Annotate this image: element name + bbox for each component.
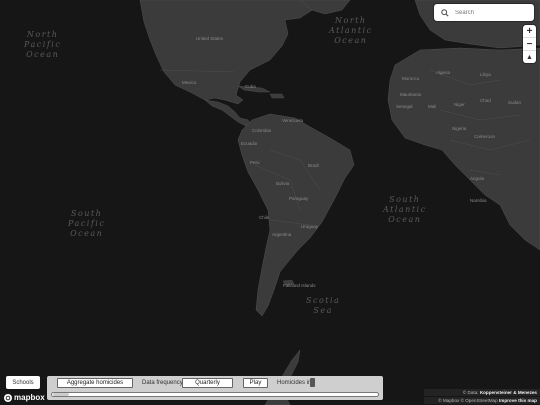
place-label: Angola	[470, 176, 485, 181]
attribution-data: © Data: Koppensteiner & Menezes	[424, 389, 540, 396]
aggregate-homicides-button[interactable]: Aggregate homicides	[57, 378, 133, 388]
place-label: Brazil	[308, 163, 320, 168]
ocean-label-scotia-sea: Scotia Sea	[306, 296, 341, 315]
homicides-in-label: Homicides in	[277, 380, 312, 386]
place-label: Morocco	[402, 76, 420, 81]
place-label: Chile	[259, 215, 270, 220]
place-label: Ecuador	[241, 141, 258, 146]
place-label: Cuba	[245, 84, 256, 89]
place-label: Senegal	[396, 104, 413, 109]
search-box[interactable]	[434, 4, 534, 21]
attribution-data-link[interactable]: Koppensteiner & Menezes	[480, 390, 537, 395]
attribution-map: © Mapbox © OpenStreetMap Improve this ma…	[424, 397, 540, 404]
place-label: Namibia	[470, 198, 487, 203]
place-label: Chad	[480, 98, 491, 103]
control-panel: Aggregate homicides Data frequency: Quar…	[47, 376, 383, 400]
play-button[interactable]: Play	[243, 378, 268, 388]
place-label: Colombia	[252, 128, 272, 133]
mapbox-logo[interactable]: mapbox	[4, 393, 45, 402]
place-label: Mali	[428, 104, 437, 109]
place-label: Uruguay	[301, 224, 319, 229]
place-label: Paraguay	[289, 196, 309, 201]
time-slider-handle[interactable]	[53, 393, 69, 396]
data-frequency-label: Data frequency:	[142, 380, 185, 386]
time-slider[interactable]	[51, 392, 379, 397]
data-frequency-select[interactable]: Quarterly	[182, 378, 233, 388]
place-label: United States	[196, 36, 224, 41]
place-label: Peru	[250, 160, 260, 165]
place-label: Mauritania	[400, 92, 422, 97]
place-label: Algeria	[436, 70, 451, 75]
zoom-out-button[interactable]: −	[523, 38, 536, 51]
mapbox-logo-text: mapbox	[14, 393, 45, 402]
ocean-label-south-pacific: South Pacific Ocean	[68, 209, 106, 238]
place-label: Argentina	[272, 232, 292, 237]
schools-button[interactable]: Schools	[6, 376, 40, 389]
zoom-controls: + − ▲	[523, 25, 536, 63]
hispaniola-landmass	[269, 93, 285, 99]
place-label: Libya	[480, 72, 491, 77]
mapbox-logo-icon	[4, 393, 12, 402]
place-label: Mexico	[182, 80, 197, 85]
ocean-label-south-atlantic: South Atlantic Ocean	[383, 195, 427, 224]
homicides-toggle[interactable]	[310, 378, 315, 387]
place-label: Sudan	[508, 100, 522, 105]
attribution-map-prefix: © Mapbox © OpenStreetMap	[438, 398, 499, 403]
place-label: Cameroon	[474, 134, 496, 139]
improve-map-link[interactable]: Improve this map	[499, 398, 537, 403]
search-icon	[440, 8, 449, 17]
attribution-data-prefix: © Data:	[462, 390, 480, 395]
search-input[interactable]	[455, 9, 525, 16]
zoom-in-button[interactable]: +	[523, 25, 536, 38]
place-label: Falkland Islands	[283, 283, 316, 288]
place-label: Bolivia	[276, 181, 290, 186]
compass-button[interactable]: ▲	[523, 51, 536, 63]
place-label: Venezuela	[282, 118, 304, 123]
basemap[interactable]	[0, 0, 540, 405]
ocean-label-north-atlantic: North Atlantic Ocean	[329, 16, 373, 45]
ocean-label-north-pacific: North Pacific Ocean	[24, 30, 62, 59]
place-label: Nigeria	[452, 126, 467, 131]
place-label: Niger	[454, 102, 465, 107]
